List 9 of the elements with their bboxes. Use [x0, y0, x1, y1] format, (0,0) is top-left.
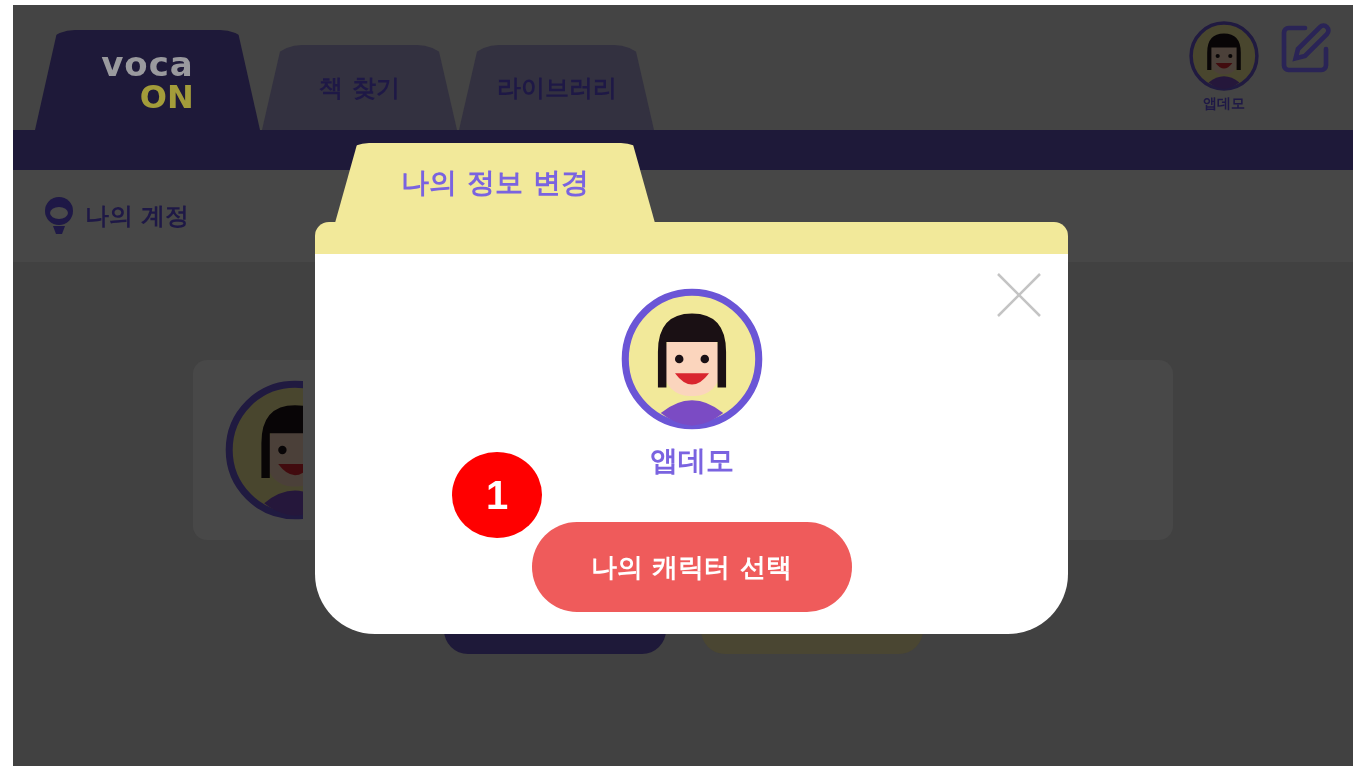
step-marker: 1	[452, 452, 542, 538]
avatar-icon[interactable]	[1189, 21, 1259, 91]
avatar-icon	[620, 288, 763, 430]
logo-text: ON	[138, 81, 194, 113]
character-name: 앱데모	[649, 443, 734, 479]
mascot-icon	[43, 196, 75, 236]
select-character-button[interactable]: 나의 캐릭터 선택	[531, 522, 852, 612]
logo-tab[interactable]: voca ON	[35, 30, 260, 130]
logo-text: voca	[101, 47, 194, 81]
